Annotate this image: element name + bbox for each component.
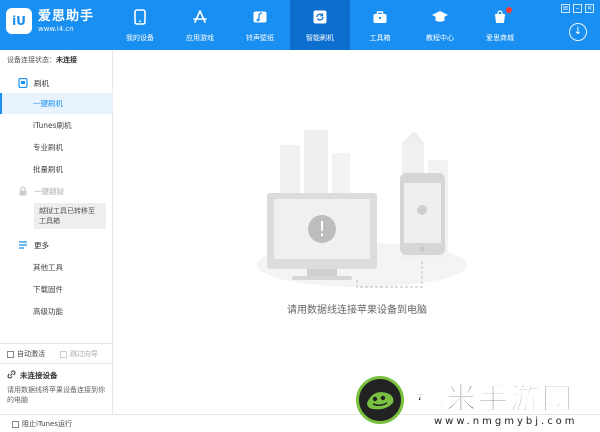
nav-tutorials[interactable]: 教程中心: [410, 0, 470, 50]
checkbox-label: 跳过向导: [70, 350, 98, 358]
connect-prompt: 请用数据线连接苹果设备到电脑: [287, 305, 427, 316]
divider: [0, 363, 113, 364]
status-value: 未连接: [56, 56, 77, 64]
phone-flash-icon: [18, 78, 28, 88]
skip-guide-checkbox[interactable]: 跳过向导: [60, 349, 98, 359]
close-button[interactable]: ×: [585, 4, 594, 13]
notification-dot: [506, 7, 512, 13]
window-controls: ≡ – ×: [561, 4, 594, 13]
top-bar: iU 爱思助手 www.i4.cn 我的设备 应用游戏 铃声壁纸 智能刷机 工具…: [0, 0, 600, 50]
section-label: 一键越狱: [34, 186, 64, 196]
app-url: www.i4.cn: [38, 25, 74, 33]
connect-device-illustration: !: [257, 130, 467, 288]
nav-label: 爱思商城: [486, 34, 514, 42]
nav-label: 教程中心: [426, 34, 454, 42]
device-status-title: 未连接设备: [7, 370, 58, 381]
nav-smart-flash[interactable]: 智能刷机: [290, 0, 350, 50]
nav-label: 我的设备: [126, 34, 154, 42]
nav-toolbox[interactable]: 工具箱: [350, 0, 410, 50]
graduation-cap-icon: [431, 9, 449, 25]
list-icon: [18, 240, 28, 250]
block-itunes-checkbox[interactable]: 阻止iTunes运行: [12, 419, 72, 429]
flash-icon: [311, 9, 329, 25]
download-button[interactable]: ↓: [569, 23, 587, 41]
nav-ringtones-wallpapers[interactable]: 铃声壁纸: [230, 0, 290, 50]
app-logo: iU: [6, 8, 32, 34]
checkbox-label: 阻止iTunes运行: [22, 420, 72, 428]
auto-activate-checkbox[interactable]: 自动激活: [7, 349, 45, 359]
checkbox-box: [7, 350, 14, 358]
jailbreak-notice: 越狱工具已转移至工具箱: [34, 203, 106, 229]
main-panel: ! 请用数据线连接苹果设备到电脑: [114, 50, 600, 414]
section-jailbreak: 一键越狱: [0, 182, 113, 200]
menu-batch-flash[interactable]: 批量刷机: [0, 159, 113, 180]
menu-itunes-flash[interactable]: iTunes刷机: [0, 115, 113, 136]
nav-label: 智能刷机: [306, 34, 334, 42]
nav-my-device[interactable]: 我的设备: [110, 0, 170, 50]
watermark-url: www.nmgmybj.com: [434, 416, 578, 427]
watermark-title: 糯米手游网: [414, 382, 574, 418]
nav-label: 工具箱: [369, 34, 391, 42]
divider: [0, 343, 113, 344]
brand: 爱思助手 www.i4.cn: [38, 9, 94, 34]
menu-other-tools[interactable]: 其他工具: [0, 257, 113, 278]
site-watermark: 糯米手游网 www.nmgmybj.com: [356, 372, 596, 430]
menu-button[interactable]: ≡: [561, 4, 570, 13]
connection-status: 设备连接状态：未连接: [7, 55, 77, 65]
status-label: 设备连接状态：: [7, 56, 56, 64]
section-label: 刷机: [34, 78, 49, 88]
minimize-button[interactable]: –: [573, 4, 582, 13]
menu-advanced[interactable]: 高级功能: [0, 301, 113, 322]
nav-store[interactable]: 爱思商城: [470, 0, 530, 50]
section-label: 更多: [34, 240, 49, 250]
app-name: 爱思助手: [38, 9, 95, 24]
watermark-logo-icon: [356, 376, 404, 424]
sidebar: 设备连接状态：未连接 刷机 一键刷机 iTunes刷机 专业刷机 批量刷机 一键…: [0, 50, 113, 414]
device-title-text: 未连接设备: [20, 371, 58, 380]
device-status-desc: 请用数据线将苹果设备连接到你的电脑: [7, 386, 105, 404]
checkbox-box: [60, 350, 67, 358]
menu-download-firmware[interactable]: 下载固件: [0, 279, 113, 300]
section-flash: 刷机: [0, 74, 113, 92]
checkbox-label: 自动激活: [17, 350, 45, 358]
nav-apps-games[interactable]: 应用游戏: [170, 0, 230, 50]
toolbox-icon: [371, 9, 389, 25]
main-nav: 我的设备 应用游戏 铃声壁纸 智能刷机 工具箱 教程中心 爱思商城: [110, 0, 530, 50]
menu-one-click-flash[interactable]: 一键刷机: [0, 93, 113, 114]
alert-icon: !: [318, 217, 326, 241]
nav-label: 应用游戏: [186, 34, 214, 42]
phone-icon: [131, 9, 149, 25]
nav-label: 铃声壁纸: [246, 34, 274, 42]
checkbox-box: [12, 420, 19, 428]
section-more: 更多: [0, 236, 113, 254]
lock-icon: [18, 186, 28, 196]
app-store-icon: [191, 9, 209, 25]
menu-pro-flash[interactable]: 专业刷机: [0, 137, 113, 158]
ringtone-wallpaper-icon: [251, 9, 269, 25]
link-icon: [7, 370, 16, 381]
